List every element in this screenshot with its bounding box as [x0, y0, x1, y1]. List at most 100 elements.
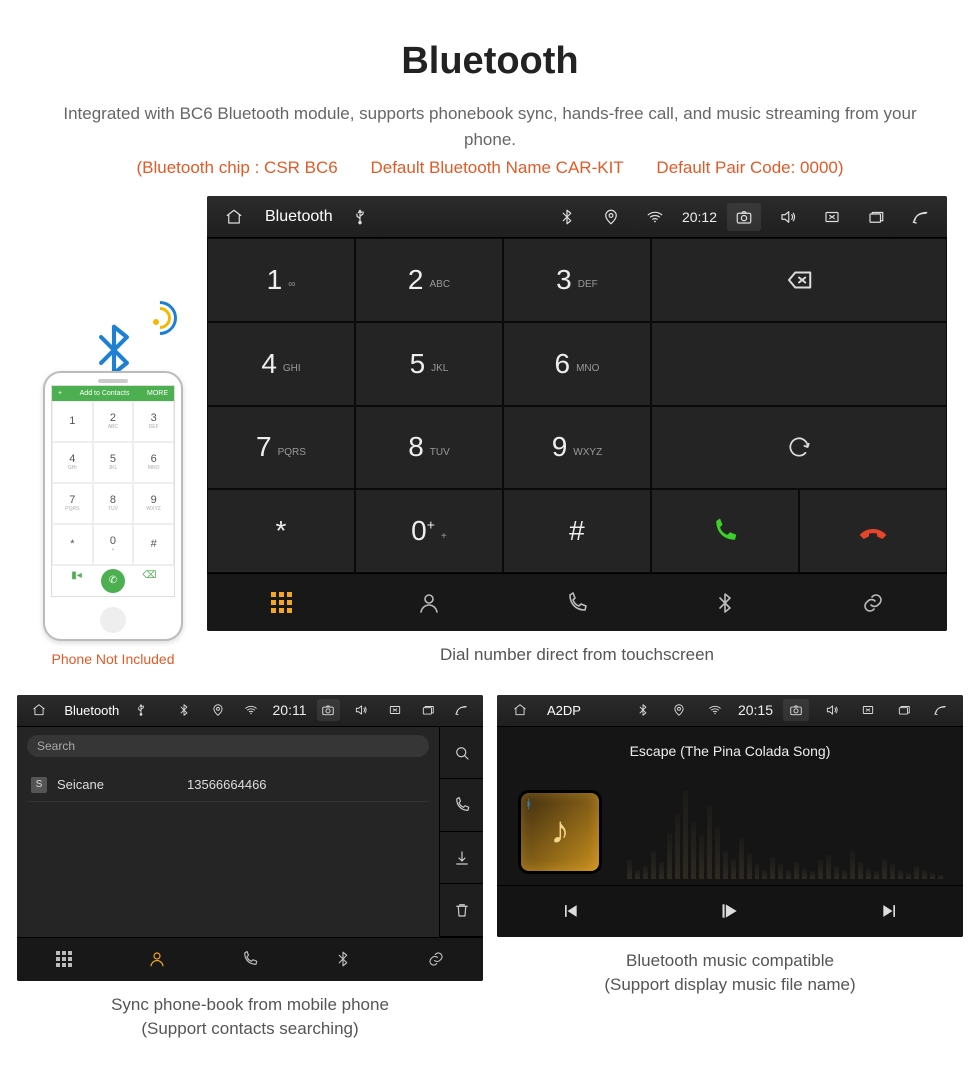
hangup-button[interactable]	[799, 489, 947, 573]
prev-button[interactable]	[497, 901, 643, 921]
phone-key: 2ABC	[93, 401, 134, 442]
dialer-unit: Bluetooth 20:12 1∞2ABC3DEF 4GHI5JKL6MNO 7P…	[207, 196, 947, 631]
home-icon[interactable]	[27, 699, 50, 721]
dial-key-7[interactable]: 7PQRS	[207, 406, 355, 490]
dial-key-#[interactable]: #	[503, 489, 651, 573]
tab-call-log[interactable]	[503, 574, 651, 631]
dial-key-1[interactable]: 1∞	[207, 238, 355, 322]
tab-call-log[interactable]	[203, 938, 296, 981]
phone-key: 8TUV	[93, 483, 134, 524]
clock: 20:12	[682, 209, 717, 225]
bt-status-icon	[173, 699, 196, 721]
sync-key[interactable]	[651, 406, 947, 490]
page-title: Bluetooth	[10, 40, 970, 83]
phone-key: 6MNO	[133, 442, 174, 483]
phone-key: *	[52, 524, 93, 565]
play-pause-button[interactable]	[643, 901, 818, 921]
home-icon[interactable]	[507, 699, 533, 721]
back-icon[interactable]	[450, 699, 473, 721]
phone-disclaimer: Phone Not Included	[52, 651, 175, 667]
tab-dialpad[interactable]	[207, 574, 355, 631]
tab-bt-audio[interactable]	[651, 574, 799, 631]
music-unit: A2DP 20:15 Escape (The Pina Colada Song)…	[497, 695, 963, 937]
tab-pair[interactable]	[390, 938, 483, 981]
music-note-icon: ♪	[551, 810, 570, 853]
tab-bt-audio[interactable]	[297, 938, 390, 981]
bluetooth-graphic	[73, 291, 193, 381]
side-call-icon[interactable]	[440, 779, 483, 832]
phone-key: 4GHI	[52, 442, 93, 483]
phone-key: 7PQRS	[52, 483, 93, 524]
gps-icon	[594, 203, 628, 231]
gps-icon	[206, 699, 229, 721]
dial-key-2[interactable]: 2ABC	[355, 238, 503, 322]
gps-icon	[666, 699, 692, 721]
dial-key-*[interactable]: *	[207, 489, 355, 573]
close-app-icon[interactable]	[383, 699, 406, 721]
close-app-icon[interactable]	[855, 699, 881, 721]
screenshot-icon[interactable]	[317, 699, 340, 721]
contact-name: Seicane	[57, 777, 177, 792]
phone-key: 3DEF	[133, 401, 174, 442]
dial-key-5[interactable]: 5JKL	[355, 322, 503, 406]
page-subtitle: Integrated with BC6 Bluetooth module, su…	[60, 101, 920, 152]
app-title: Bluetooth	[265, 208, 333, 226]
dial-key-3[interactable]: 3DEF	[503, 238, 651, 322]
next-button[interactable]	[817, 901, 963, 921]
statusbar: Bluetooth 20:11	[17, 695, 483, 727]
empty-cell	[651, 322, 947, 406]
phonebook-caption: Sync phone-book from mobile phone(Suppor…	[111, 993, 389, 1041]
volume-icon[interactable]	[819, 699, 845, 721]
tab-dialpad[interactable]	[17, 938, 110, 981]
dial-key-8[interactable]: 8TUV	[355, 406, 503, 490]
bt-overlay-icon: ᚼ	[525, 797, 532, 811]
search-input[interactable]: Search	[27, 735, 429, 757]
volume-icon[interactable]	[350, 699, 373, 721]
phone-video-icon: ▮◂	[52, 566, 101, 596]
recent-apps-icon[interactable]	[891, 699, 917, 721]
phone-back-icon: ⌫	[125, 566, 174, 596]
contact-row[interactable]: S Seicane 13566664466	[27, 769, 429, 802]
phone-mock: + Add to Contacts MORE 12ABC3DEF4GHI5JKL…	[43, 371, 183, 641]
back-icon[interactable]	[927, 699, 953, 721]
statusbar: Bluetooth 20:12	[207, 196, 947, 238]
close-app-icon[interactable]	[815, 203, 849, 231]
phone-more-label: MORE	[147, 390, 168, 397]
call-button[interactable]	[651, 489, 799, 573]
phone-home-button	[100, 607, 126, 633]
dial-key-4[interactable]: 4GHI	[207, 322, 355, 406]
app-title: Bluetooth	[64, 703, 119, 718]
back-icon[interactable]	[903, 203, 937, 231]
screenshot-icon[interactable]	[727, 203, 761, 231]
app-title: A2DP	[547, 703, 581, 718]
tab-pair[interactable]	[799, 574, 947, 631]
side-delete-icon[interactable]	[440, 884, 483, 937]
chip-label: (Bluetooth chip : CSR BC6	[136, 158, 337, 177]
tab-contacts[interactable]	[355, 574, 503, 631]
album-art: ♪ᚼ	[521, 793, 599, 871]
screenshot-icon[interactable]	[783, 699, 809, 721]
phone-key: 9WXYZ	[133, 483, 174, 524]
clock: 20:15	[738, 702, 773, 718]
dial-key-9[interactable]: 9WXYZ	[503, 406, 651, 490]
phonebook-unit: Bluetooth 20:11 Search	[17, 695, 483, 981]
contact-initial: S	[31, 777, 47, 793]
track-title: Escape (The Pina Colada Song)	[497, 743, 963, 759]
side-search-icon[interactable]	[440, 727, 483, 780]
pair-code-label: Default Pair Code: 0000)	[656, 158, 843, 177]
phone-key: 1	[52, 401, 93, 442]
volume-icon[interactable]	[771, 203, 805, 231]
phone-key: #	[133, 524, 174, 565]
dial-key-0[interactable]: 0++	[355, 489, 503, 573]
dial-key-6[interactable]: 6MNO	[503, 322, 651, 406]
music-caption: Bluetooth music compatible(Support displ…	[604, 949, 855, 997]
recent-apps-icon[interactable]	[859, 203, 893, 231]
side-download-icon[interactable]	[440, 832, 483, 885]
wifi-icon	[702, 699, 728, 721]
phone-key: 0+	[93, 524, 134, 565]
home-icon[interactable]	[217, 203, 251, 231]
phone-add-label: Add to Contacts	[80, 390, 130, 397]
tab-contacts[interactable]	[110, 938, 203, 981]
recent-apps-icon[interactable]	[416, 699, 439, 721]
backspace-key[interactable]	[651, 238, 947, 322]
